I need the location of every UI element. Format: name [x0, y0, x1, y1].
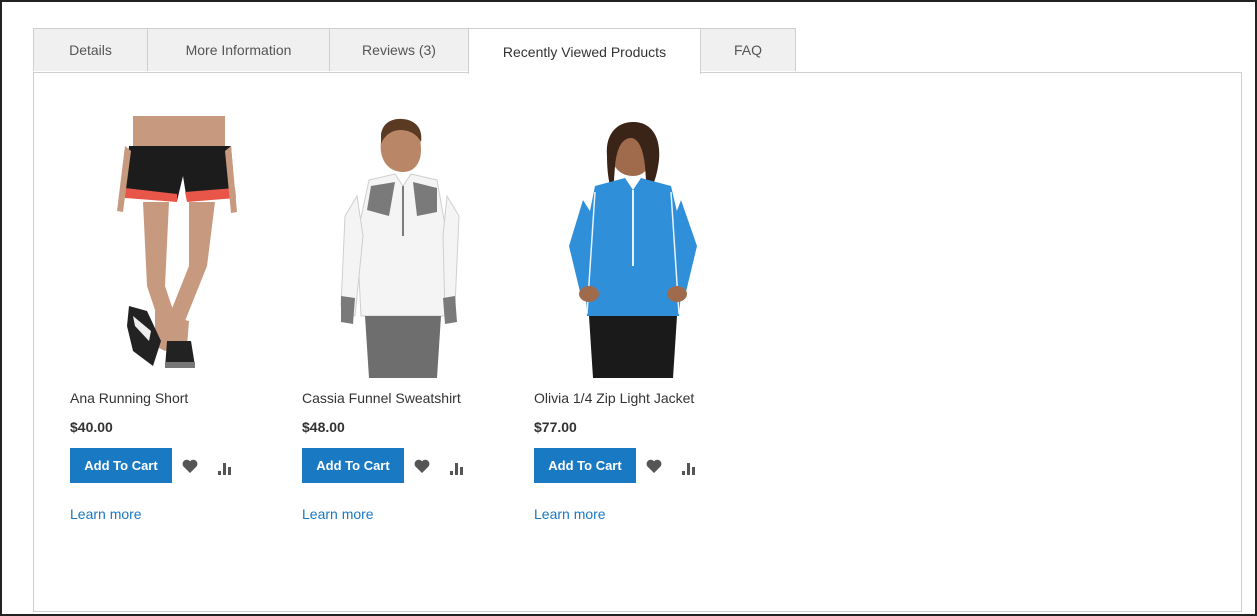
product-image-ana-running-short[interactable] — [65, 116, 275, 378]
product-image-olivia-zip-light-jacket[interactable] — [529, 116, 739, 378]
product-name[interactable]: Cassia Funnel Sweatshirt — [302, 390, 461, 406]
jacket-photo — [529, 116, 739, 378]
add-to-cart-button[interactable]: Add To Cart — [302, 448, 404, 483]
tab-label: Recently Viewed Products — [502, 43, 667, 60]
tab-panel-recently-viewed: Ana Running Short $40.00 Add To Cart Lea… — [33, 72, 1242, 612]
product-price: $48.00 — [302, 419, 345, 435]
tab-reviews[interactable]: Reviews (3) — [329, 28, 469, 71]
product-actions: Add To Cart — [534, 448, 698, 483]
tab-label: More Information — [185, 42, 292, 58]
compare-bars-icon[interactable] — [680, 457, 698, 475]
tab-more-information[interactable]: More Information — [147, 28, 330, 71]
compare-bars-icon[interactable] — [448, 457, 466, 475]
sweatshirt-photo — [297, 116, 507, 378]
page-frame: Details More Information Reviews (3) Rec… — [0, 0, 1257, 616]
product-card: Cassia Funnel Sweatshirt $48.00 Add To C… — [297, 116, 507, 522]
heart-icon[interactable] — [645, 457, 663, 475]
heart-icon[interactable] — [413, 457, 431, 475]
tab-label: Reviews (3) — [362, 42, 436, 58]
learn-more-link[interactable]: Learn more — [70, 506, 142, 522]
product-name[interactable]: Olivia 1/4 Zip Light Jacket — [534, 390, 694, 406]
learn-more-link[interactable]: Learn more — [302, 506, 374, 522]
tab-faq[interactable]: FAQ — [700, 28, 796, 71]
product-name[interactable]: Ana Running Short — [70, 390, 188, 406]
tab-recently-viewed-products[interactable]: Recently Viewed Products — [468, 28, 701, 74]
product-price: $40.00 — [70, 419, 113, 435]
add-to-cart-button[interactable]: Add To Cart — [70, 448, 172, 483]
learn-more-link[interactable]: Learn more — [534, 506, 606, 522]
product-card: Ana Running Short $40.00 Add To Cart Lea… — [65, 116, 275, 522]
product-actions: Add To Cart — [70, 448, 234, 483]
heart-icon[interactable] — [181, 457, 199, 475]
product-card: Olivia 1/4 Zip Light Jacket $77.00 Add T… — [529, 116, 739, 522]
tab-details[interactable]: Details — [33, 28, 148, 71]
product-actions: Add To Cart — [302, 448, 466, 483]
add-to-cart-button[interactable]: Add To Cart — [534, 448, 636, 483]
tab-label: Details — [69, 42, 112, 58]
tab-label: FAQ — [733, 42, 762, 58]
running-short-photo — [65, 116, 275, 378]
compare-bars-icon[interactable] — [216, 457, 234, 475]
product-price: $77.00 — [534, 419, 577, 435]
product-image-cassia-funnel-sweatshirt[interactable] — [297, 116, 507, 378]
